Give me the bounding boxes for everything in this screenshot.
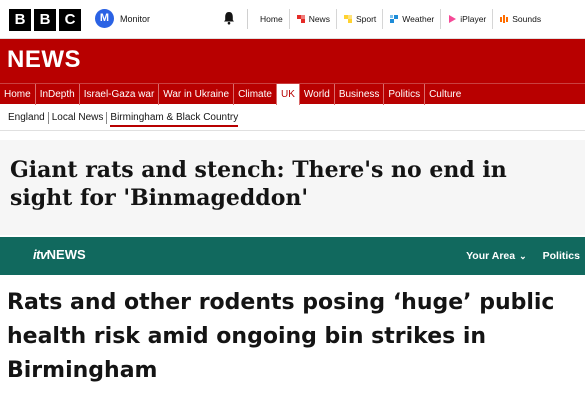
bbc-logo[interactable]: B B C (9, 9, 81, 31)
weather-icon (390, 15, 399, 23)
topnav-iplayer-label: iPlayer (460, 14, 487, 24)
nav-item-culture[interactable]: Culture (425, 84, 465, 105)
subnav-england[interactable]: England (5, 105, 48, 130)
news-brand-title[interactable]: NEWS (7, 46, 81, 74)
topnav-home-label: Home (260, 14, 283, 24)
itv-news-logo[interactable]: itvNEWS (33, 247, 86, 262)
nav-item-business[interactable]: Business (335, 84, 385, 105)
bbc-logo-letter-b1: B (9, 9, 31, 31)
bbc-logo-letter-c: C (59, 9, 81, 31)
nav-item-uk[interactable]: UK (276, 84, 300, 105)
nav-item-politics[interactable]: Politics (384, 84, 426, 105)
news-secondary-nav: England Local News Birmingham & Black Co… (0, 105, 585, 131)
sport-icon (343, 15, 352, 23)
news-primary-nav: Home InDepth Israel-Gaza war War in Ukra… (0, 83, 585, 105)
chevron-down-icon: ⌄ (519, 251, 527, 261)
monitor-label: Monitor (120, 13, 151, 24)
topnav-sounds-label: Sounds (512, 14, 542, 24)
subnav-birmingham-black-country[interactable]: Birmingham & Black Country (107, 105, 241, 130)
nav-item-home[interactable]: Home (0, 84, 36, 105)
bbc-headline-band: Giant rats and stench: There's no end in… (0, 140, 585, 235)
itv-header-nav: Your Area ⌄ Politics (466, 237, 580, 275)
monitor-account-link[interactable]: M Monitor (95, 9, 150, 28)
topnav-sounds[interactable]: Sounds (493, 0, 547, 38)
nav-item-indepth[interactable]: InDepth (36, 84, 80, 105)
subnav-local-news[interactable]: Local News (49, 105, 107, 130)
bbc-logo-letter-b2: B (34, 9, 56, 31)
itv-nav-politics[interactable]: Politics (543, 250, 580, 262)
iplayer-icon (449, 15, 457, 23)
topnav-news[interactable]: News (290, 0, 336, 38)
nav-item-israel-gaza-war[interactable]: Israel-Gaza war (80, 84, 160, 105)
itv-article-title: Rats and other rodents posing ‘huge’ pub… (7, 290, 555, 383)
bbc-headline[interactable]: Giant rats and stench: There's no end in… (10, 156, 570, 212)
monitor-avatar-icon: M (95, 9, 114, 28)
topnav-iplayer[interactable]: iPlayer (441, 0, 492, 38)
bell-icon[interactable] (222, 11, 236, 25)
topnav-news-label: News (308, 14, 330, 24)
topnav-weather-label: Weather (402, 14, 435, 24)
bbc-top-bar: B B C M Monitor Home News Sport Weather … (0, 0, 585, 39)
bbc-top-nav: Home News Sport Weather iPlayer Sounds (254, 0, 547, 38)
itv-logo-news-text: NEWS (46, 247, 86, 262)
itv-news-header: itvNEWS Your Area ⌄ Politics (0, 237, 585, 275)
sounds-icon (500, 15, 509, 23)
topnav-weather[interactable]: Weather (383, 0, 440, 38)
nav-item-climate[interactable]: Climate (234, 84, 277, 105)
topnav-sport[interactable]: Sport (337, 0, 382, 38)
news-icon (296, 15, 305, 23)
your-area-dropdown[interactable]: Your Area ⌄ (466, 250, 527, 262)
your-area-label: Your Area (466, 250, 516, 262)
topbar-divider (247, 9, 248, 29)
news-header: NEWS Home InDepth Israel-Gaza war War in… (0, 39, 585, 105)
nav-item-world[interactable]: World (300, 84, 335, 105)
topnav-home[interactable]: Home (254, 0, 289, 38)
nav-item-war-in-ukraine[interactable]: War in Ukraine (159, 84, 235, 105)
itv-logo-text: itv (33, 247, 47, 262)
topnav-sport-label: Sport (355, 14, 377, 24)
